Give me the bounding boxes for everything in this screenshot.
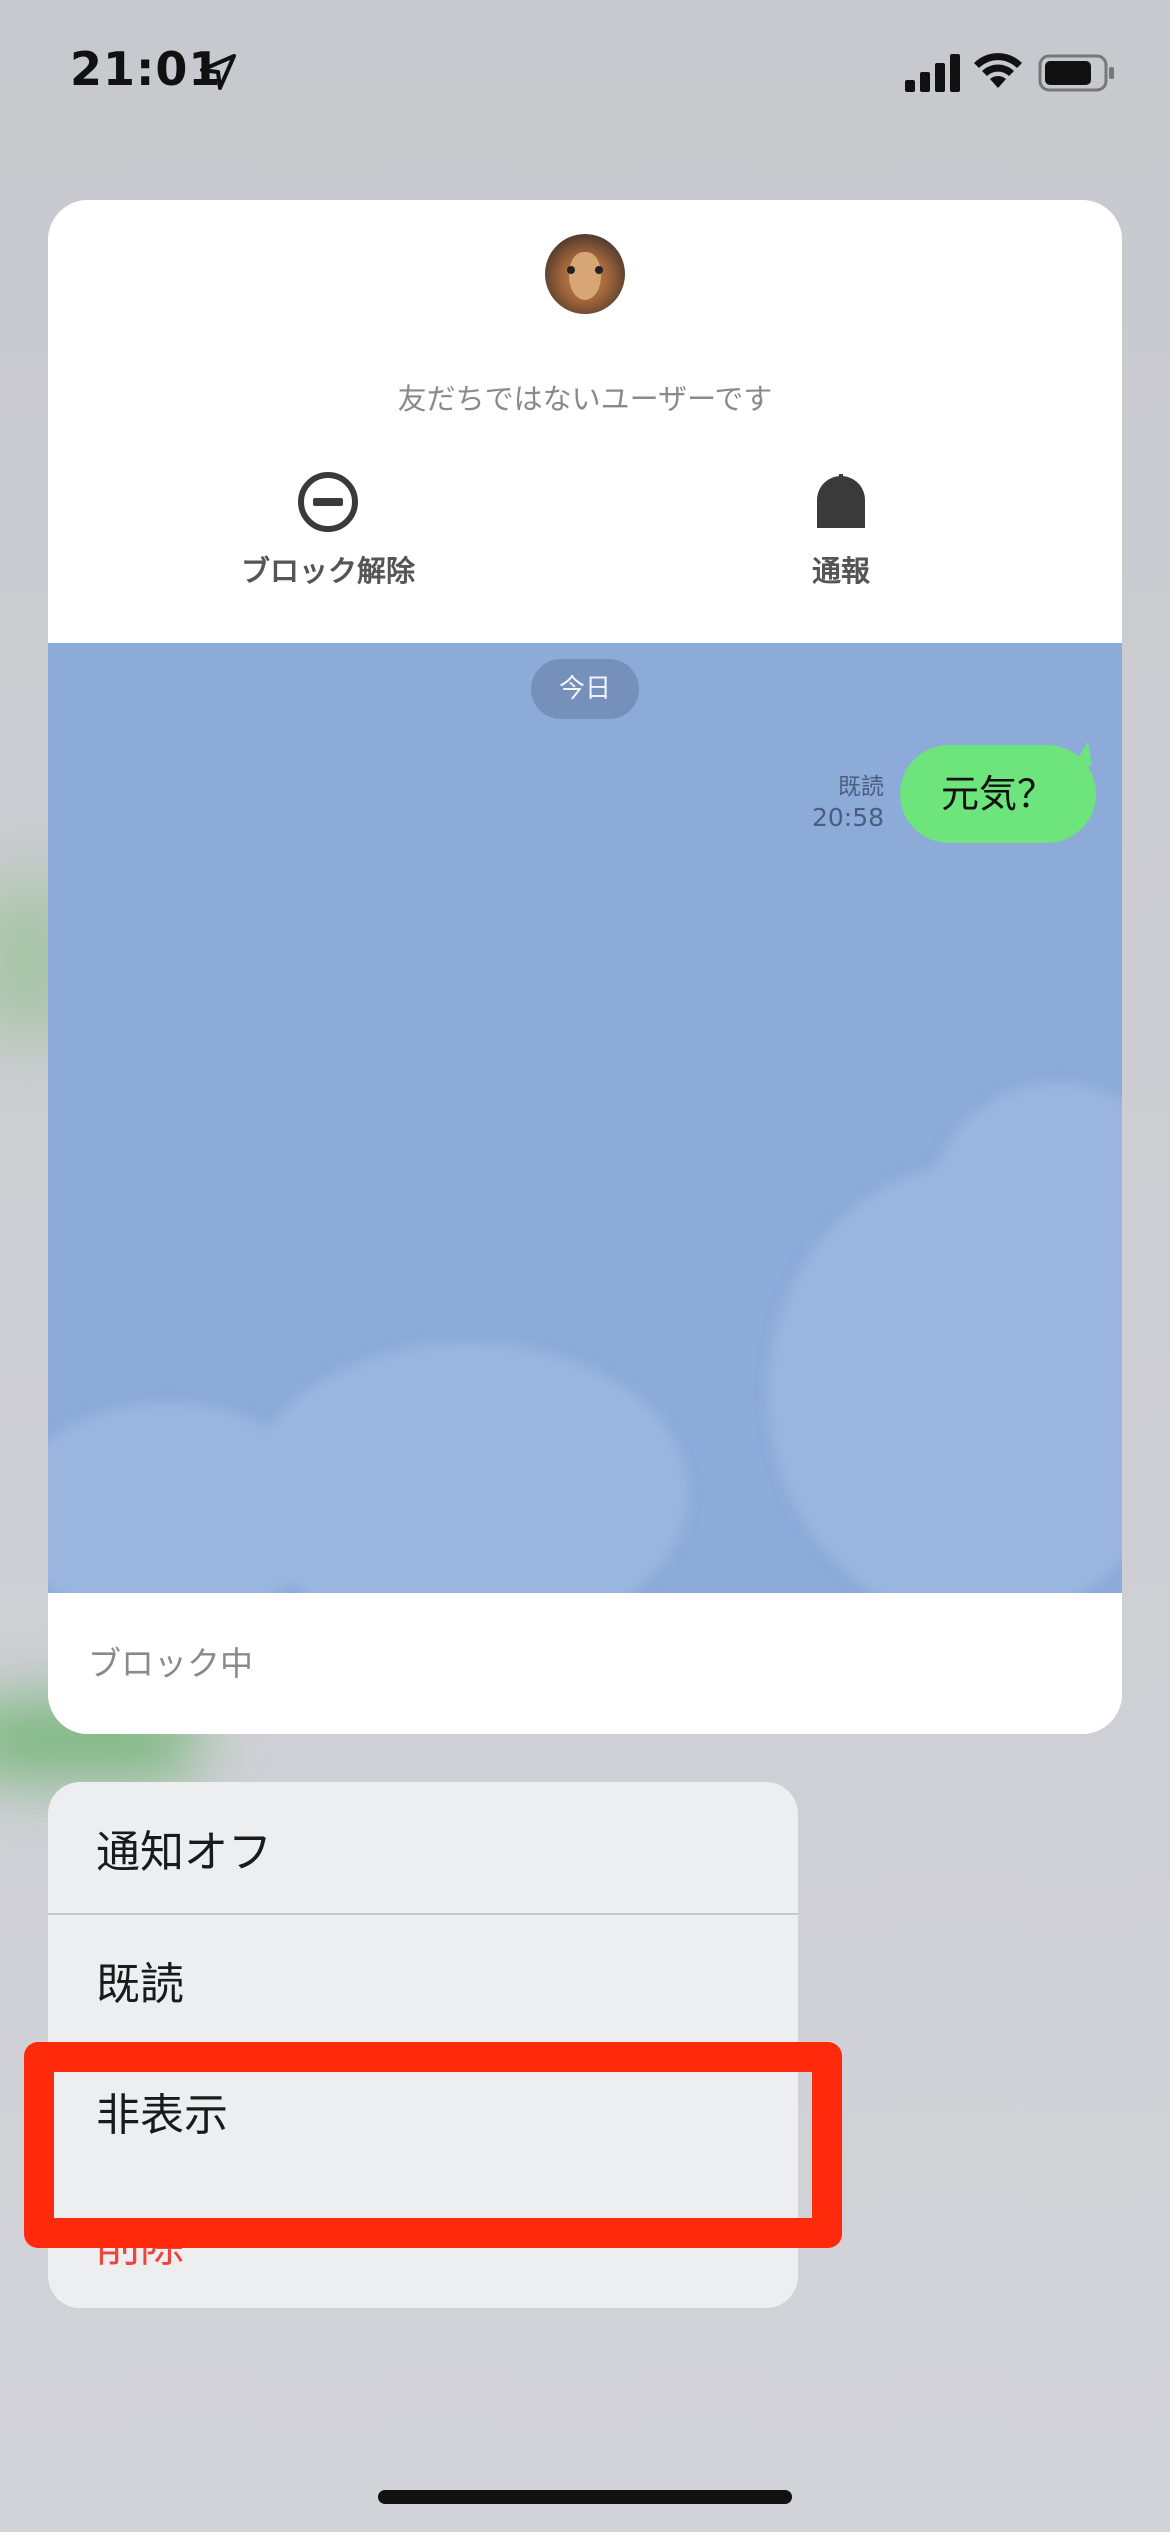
chat-preview-header: 友だちではないユーザーです ブロック解除 通報 — [48, 200, 1122, 643]
date-separator: 今日 — [531, 659, 639, 719]
not-friend-notice: 友だちではないユーザーです — [397, 382, 773, 416]
chat-area: 今日 既読 20:58 元気？ — [48, 643, 1122, 1593]
battery-icon — [1038, 54, 1114, 92]
deer-avatar — [545, 234, 625, 314]
unblock-icon — [298, 472, 358, 532]
avatar-eye — [595, 266, 603, 274]
cellular-signal-icon — [905, 54, 960, 92]
outgoing-message-bubble: 元気？ — [900, 745, 1096, 843]
home-indicator[interactable] — [378, 2490, 792, 2504]
location-arrow-icon — [200, 54, 236, 90]
menu-item-mute-notifications[interactable]: 通知オフ — [48, 1782, 798, 1915]
avatar-face — [569, 252, 601, 300]
menu-item-label: 通知オフ — [96, 1827, 272, 1878]
avatar-eye — [567, 266, 575, 274]
status-bar: 21:01 — [0, 0, 1170, 150]
message-time: 20:58 — [811, 803, 884, 832]
report-icon — [817, 474, 865, 528]
chat-preview-footer: ブロック中 — [48, 1593, 1122, 1734]
report-button[interactable]: 通報 — [691, 470, 991, 590]
blocked-status: ブロック中 — [88, 1644, 253, 1683]
message-meta: 既読 20:58 — [812, 767, 884, 832]
wifi-icon — [974, 53, 1022, 88]
background-cloud — [248, 1343, 688, 1593]
menu-item-mark-read[interactable]: 既読 — [48, 1914, 798, 2045]
chat-preview-card[interactable]: 友だちではないユーザーです ブロック解除 通報 今日 既読 20:58 元気？ … — [48, 200, 1122, 1734]
unblock-button[interactable]: ブロック解除 — [178, 470, 478, 590]
report-label: 通報 — [811, 554, 870, 588]
unblock-label: ブロック解除 — [240, 554, 415, 588]
menu-item-label: 既読 — [96, 1959, 184, 2010]
highlight-box — [24, 2042, 842, 2248]
read-status: 既読 — [838, 774, 884, 800]
